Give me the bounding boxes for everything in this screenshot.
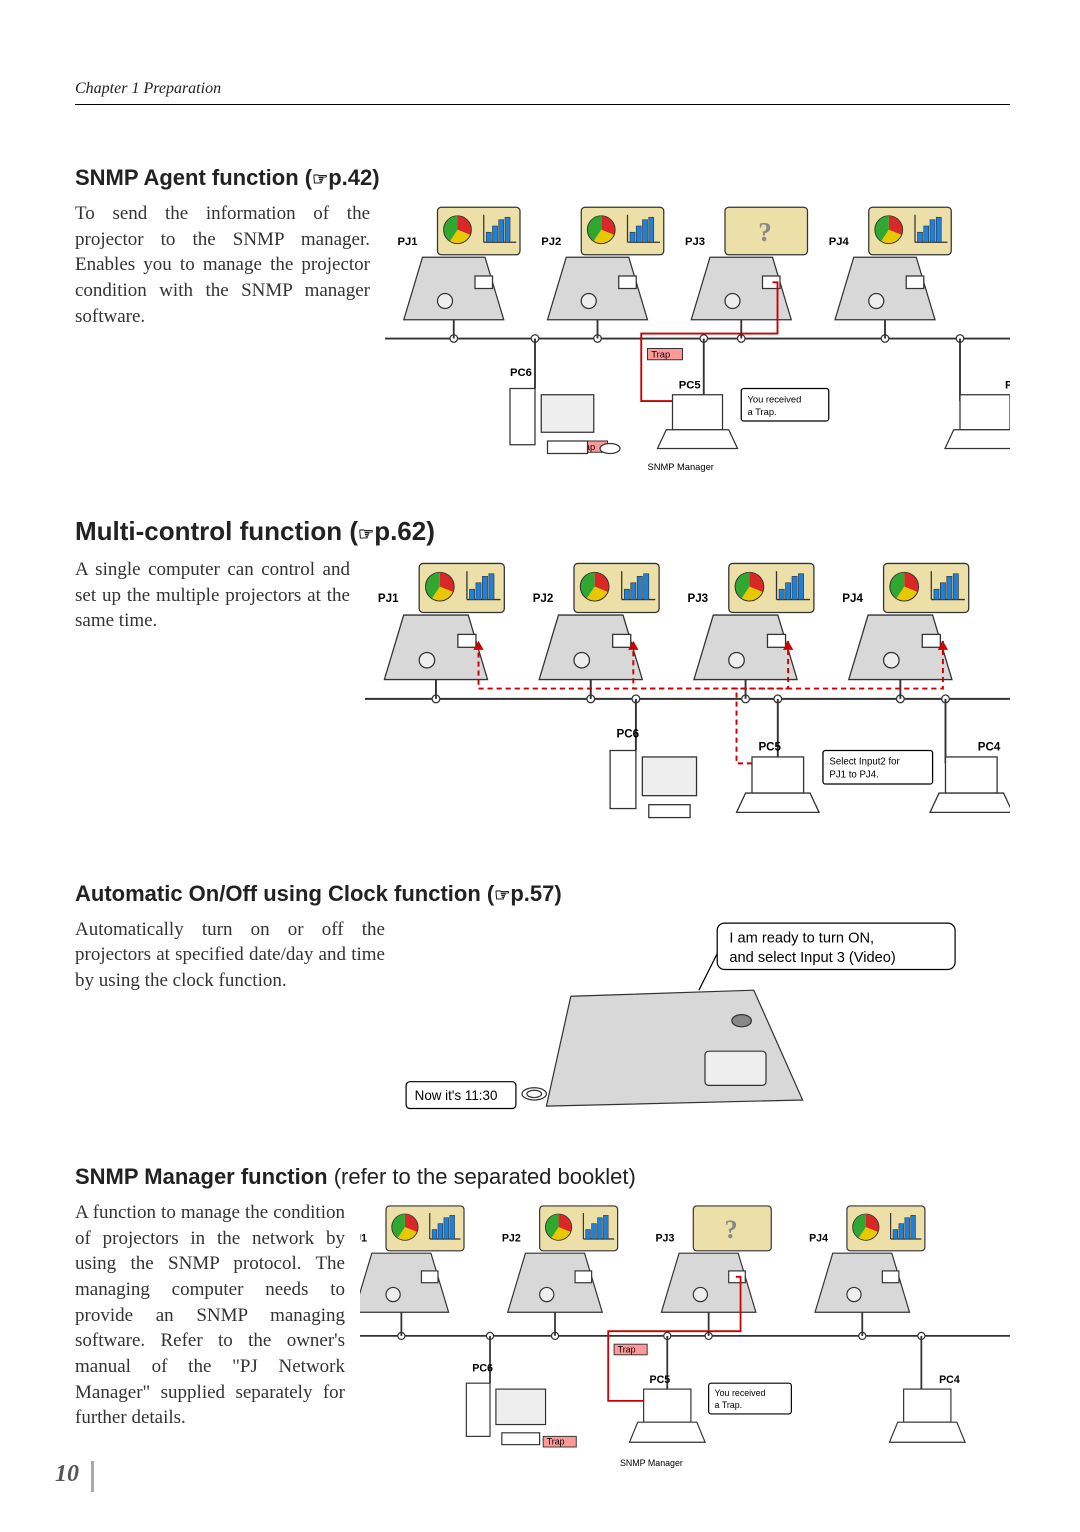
label-pj4: PJ4 [842,592,863,605]
label-pj1: PJ1 [398,236,418,248]
label-pj3: PJ3 [685,236,705,248]
title-prefix: Multi-control function ( [75,516,358,546]
page-ref: p.62 [374,516,426,546]
trap-label: Trap [618,1345,636,1355]
section-snmp-agent: SNMP Agent function (☞p.42) To send the … [75,165,1010,476]
callout-line2: PJ1 to PJ4. [829,770,878,781]
section-title: SNMP Manager function (refer to the sepa… [75,1164,1010,1190]
label-pj4: PJ4 [829,236,850,248]
pointer-icon: ☞ [358,524,374,544]
label-pj2: PJ2 [541,236,561,248]
section-title: Automatic On/Off using Clock function (☞… [75,881,1010,907]
diagram-snmp-manager: PJ1 PJ2 PJ3? PJ4 Trap Trap [360,1200,1010,1472]
page-ref: p.42 [328,165,372,190]
diagram-snmp-agent: PJ1 PJ2 [385,201,1010,476]
label-pc5: PC5 [758,740,781,753]
snmp-manager-label: SNMP Manager [620,1458,683,1468]
label-pj1: PJ1 [378,592,399,605]
label-pj1: PJ1 [360,1233,367,1245]
callout-line1: Select Input2 for [829,757,900,768]
label-pc4: PC4 [978,740,1001,753]
title-suffix: ) [426,516,435,546]
label-pc6: PC6 [510,367,532,379]
label-pc5: PC5 [650,1374,671,1386]
callout-line2: a Trap. [715,1400,743,1410]
label-pj3: PJ3 [688,592,709,605]
section-body-text: A single computer can control and set up… [75,557,350,634]
page-number: 10 [55,1461,94,1492]
svg-text:P: P [1005,380,1010,392]
callout-line1: I am ready to turn ON, [729,930,874,946]
label-pj2: PJ2 [533,592,554,605]
section-body-text: Automatically turn on or off the project… [75,917,385,994]
page-ref: p.57 [510,881,554,906]
diagram-clock: I am ready to turn ON, and select Input … [400,917,1010,1124]
pointer-icon: ☞ [312,169,328,189]
section-multi-control: Multi-control function (☞p.62) A single … [75,516,1010,841]
label-pc6: PC6 [472,1363,493,1375]
pointer-icon: ☞ [494,885,510,905]
question-mark-icon: ? [758,216,772,247]
section-body-text: A function to manage the condition of pr… [75,1200,345,1431]
callout-line1: You received [748,394,802,404]
label-pc4: PC4 [939,1374,960,1386]
label-pc6: PC6 [617,728,640,741]
title-suffix: ) [372,165,379,190]
section-snmp-manager: SNMP Manager function (refer to the sepa… [75,1164,1010,1472]
callout-line2: a Trap. [748,407,777,417]
trap-label: Trap [651,349,670,359]
title-prefix: SNMP Manager function [75,1164,334,1189]
label-pj2: PJ2 [502,1233,521,1245]
trap-label-2: Trap [547,1437,565,1447]
callout-line2: and select Input 3 (Video) [729,950,895,966]
title-prefix: SNMP Agent function ( [75,165,312,190]
page-ref-text: (refer to the separated booklet) [334,1164,636,1189]
label-pc5: PC5 [679,380,701,392]
question-mark-icon: ? [725,1215,738,1244]
title-suffix: ) [554,881,561,906]
callout-line1: You received [715,1388,766,1398]
label-pj3: PJ3 [655,1233,674,1245]
diagram-multi-control: PJ1 PJ2 PJ3 PJ4 [365,557,1010,841]
title-prefix: Automatic On/Off using Clock function ( [75,881,494,906]
snmp-manager-label: SNMP Manager [648,462,714,472]
section-clock: Automatic On/Off using Clock function (☞… [75,881,1010,1124]
chapter-header: Chapter 1 Preparation [75,80,1010,105]
section-title: SNMP Agent function (☞p.42) [75,165,1010,191]
label-pj4: PJ4 [809,1233,828,1245]
clock-time-label: Now it's 11:30 [415,1088,498,1103]
section-title: Multi-control function (☞p.62) [75,516,1010,547]
section-body-text: To send the information of the projector… [75,201,370,329]
